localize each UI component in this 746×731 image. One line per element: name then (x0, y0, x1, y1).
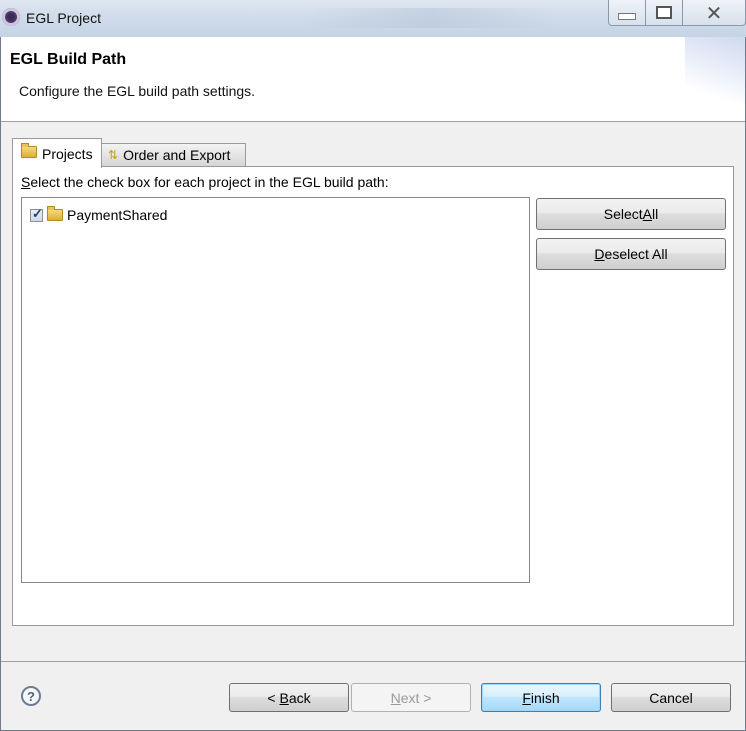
mnemonic: N (390, 689, 401, 706)
folder-icon (47, 206, 63, 221)
minimize-button[interactable] (608, 0, 646, 26)
mnemonic: A (642, 206, 653, 222)
instruction-text: elect the check box for each project in … (30, 174, 389, 190)
back-button[interactable]: < Back (229, 683, 349, 712)
mnemonic: S (21, 174, 31, 190)
label-part: inish (530, 689, 560, 706)
project-checkbox[interactable] (30, 206, 43, 222)
instruction-label: Select the check box for each project in… (21, 174, 389, 190)
label-part: ll (652, 206, 659, 222)
maximize-button[interactable] (645, 0, 683, 26)
tab-projects[interactable]: Projects (12, 138, 102, 168)
footer-separator (1, 661, 745, 662)
label-part: < (267, 689, 280, 706)
label-part: ack (288, 689, 311, 706)
finish-button[interactable]: Finish (481, 683, 601, 712)
banner-decoration (685, 37, 745, 105)
wizard-banner: EGL Build Path Configure the EGL build p… (1, 37, 745, 122)
close-button[interactable]: ✕ (682, 0, 746, 26)
mnemonic: D (594, 246, 605, 262)
page-description: Configure the EGL build path settings. (19, 83, 256, 99)
label-part: Cancel (649, 689, 693, 706)
maximize-icon (656, 6, 672, 19)
label-part: ext > (400, 689, 432, 706)
tab-label: Order and Export (123, 147, 231, 163)
select-all-button[interactable]: Select All (536, 198, 726, 230)
background-blur (300, 8, 560, 28)
window-titlebar[interactable]: EGL Project ✕ (0, 0, 746, 37)
window-title: EGL Project (26, 10, 101, 26)
minimize-icon (618, 13, 636, 20)
mnemonic: F (522, 689, 531, 706)
label-part: Select (603, 206, 643, 222)
close-icon: ✕ (705, 0, 723, 25)
tab-label: Projects (42, 145, 93, 162)
next-button[interactable]: Next > (351, 683, 471, 712)
folder-icon (21, 143, 37, 158)
list-item[interactable]: PaymentShared (30, 206, 168, 223)
label-part: eselect All (604, 246, 668, 262)
project-name: PaymentShared (67, 207, 168, 223)
eclipse-gear-icon (2, 8, 20, 26)
deselect-all-button[interactable]: Deselect All (536, 238, 726, 270)
tab-order-and-export[interactable]: ⇅ Order and Export (102, 143, 246, 167)
cancel-button[interactable]: Cancel (611, 683, 731, 712)
order-export-icon: ⇅ (108, 148, 119, 162)
mnemonic: B (279, 689, 289, 706)
dialog-body: EGL Build Path Configure the EGL build p… (0, 37, 746, 731)
page-title: EGL Build Path (10, 51, 127, 68)
help-glyph: ? (27, 688, 35, 704)
project-list[interactable]: PaymentShared (21, 197, 530, 583)
help-icon[interactable]: ? (21, 686, 41, 706)
